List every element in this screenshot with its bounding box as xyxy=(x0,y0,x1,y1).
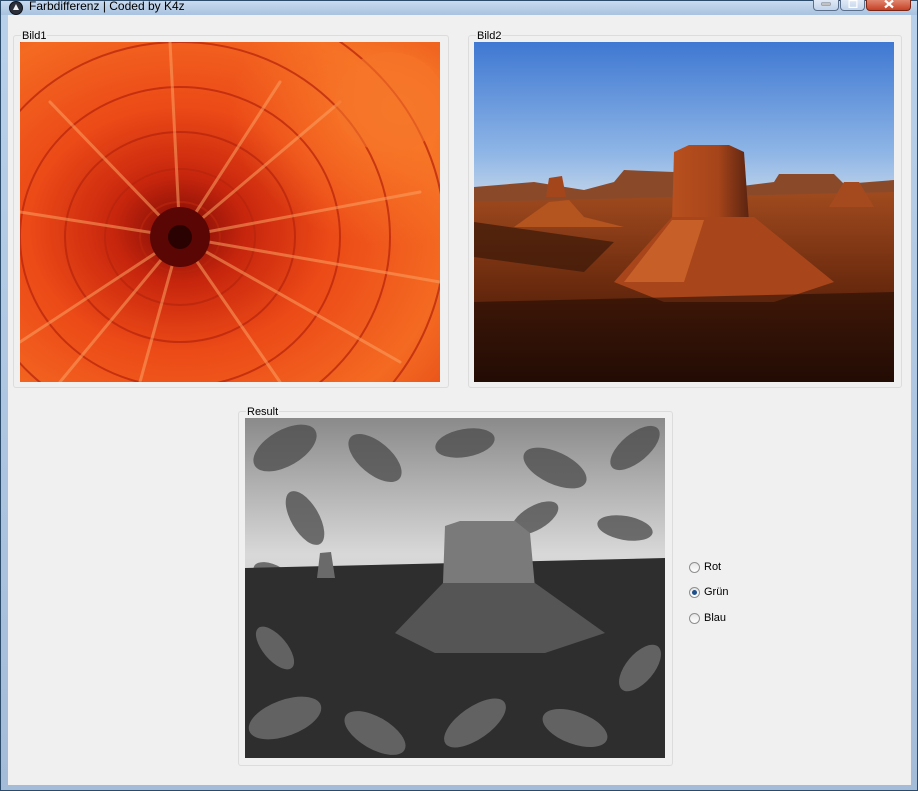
bild2-label: Bild2 xyxy=(476,30,503,42)
result-label: Result xyxy=(246,406,280,418)
minimize-icon xyxy=(821,2,831,5)
radio-rot-circle[interactable] xyxy=(689,561,700,573)
radio-gruen-circle[interactable] xyxy=(689,586,700,598)
window-title: Farbdifferenz | Coded by K4z xyxy=(29,0,185,13)
radio-blau[interactable]: Blau xyxy=(689,612,726,624)
result-groupbox: Result xyxy=(238,406,673,766)
bild1-label: Bild1 xyxy=(21,30,48,42)
desert-image xyxy=(474,42,894,382)
form-client-area: Bild1 Bild2 Result Rot Grün Blau xyxy=(8,15,911,785)
minimize-button[interactable] xyxy=(813,0,839,11)
radio-gruen-label: Grün xyxy=(704,586,729,598)
bild1-picturebox[interactable] xyxy=(20,42,440,382)
flower-image xyxy=(20,42,440,382)
app-icon xyxy=(9,1,23,15)
close-icon xyxy=(883,0,894,8)
maximize-icon xyxy=(848,0,857,8)
bild2-groupbox: Bild2 xyxy=(468,30,902,388)
radio-blau-label: Blau xyxy=(704,612,727,624)
radio-gruen[interactable]: Grün xyxy=(689,586,728,598)
close-button[interactable] xyxy=(866,0,911,11)
maximize-button[interactable] xyxy=(840,0,865,11)
difference-image xyxy=(245,418,665,758)
title-bar[interactable]: Farbdifferenz | Coded by K4z xyxy=(1,0,917,15)
radio-rot-label: Rot xyxy=(704,561,722,573)
app-window: Farbdifferenz | Coded by K4z Bild1 Bild2… xyxy=(0,0,918,791)
radio-rot[interactable]: Rot xyxy=(689,561,721,573)
bild2-picturebox[interactable] xyxy=(474,42,894,382)
radio-blau-circle[interactable] xyxy=(689,612,700,624)
bild1-groupbox: Bild1 xyxy=(13,30,449,388)
result-picturebox[interactable] xyxy=(245,418,665,758)
